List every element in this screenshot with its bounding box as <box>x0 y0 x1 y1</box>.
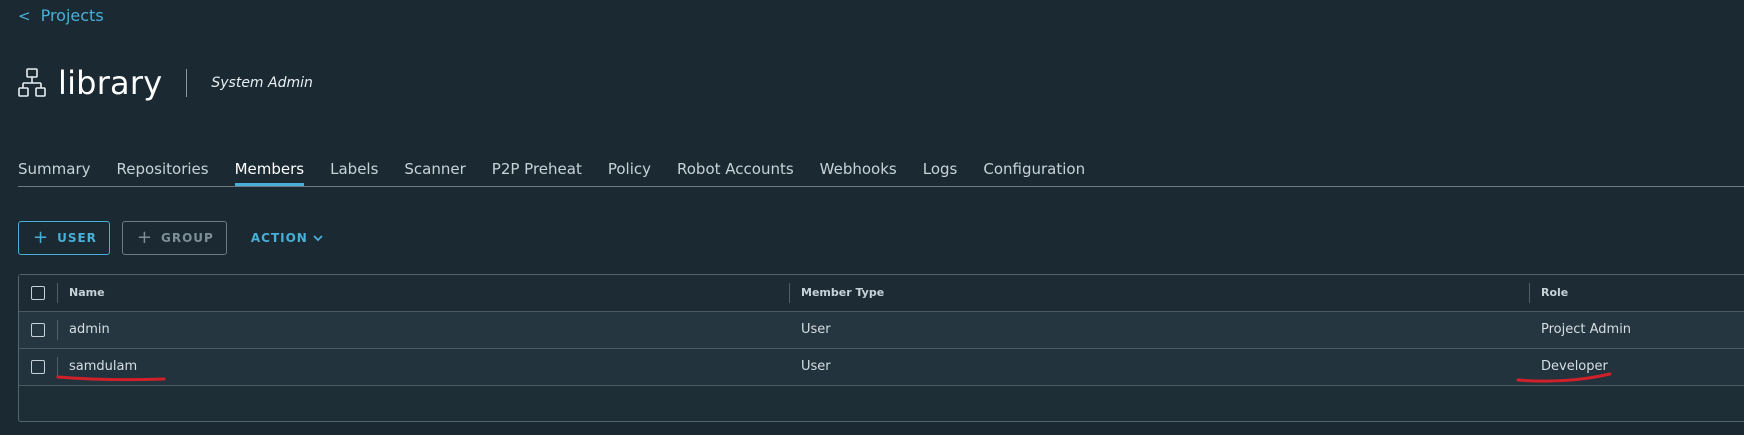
chevron-down-icon <box>313 235 323 242</box>
column-header-member-type[interactable]: Member Type <box>801 275 884 311</box>
breadcrumb-label: Projects <box>40 6 104 25</box>
add-user-label: USER <box>57 231 97 245</box>
chevron-left-icon: < <box>18 6 31 25</box>
select-all-checkbox[interactable] <box>31 286 45 300</box>
tab-summary[interactable]: Summary <box>18 156 91 186</box>
tab-scanner[interactable]: Scanner <box>404 156 465 186</box>
tab-configuration[interactable]: Configuration <box>983 156 1085 186</box>
tab-members[interactable]: Members <box>234 156 305 186</box>
member-role: Developer <box>1541 359 1608 374</box>
tab-robot-accounts[interactable]: Robot Accounts <box>677 156 794 186</box>
column-header-name[interactable]: Name <box>69 275 105 311</box>
tab-repositories[interactable]: Repositories <box>117 156 209 186</box>
table-header-row: Name Member Type Role <box>19 275 1744 312</box>
column-separator[interactable] <box>789 283 790 303</box>
tab-p2p-preheat[interactable]: P2P Preheat <box>492 156 582 186</box>
tab-policy[interactable]: Policy <box>608 156 651 186</box>
add-group-label: GROUP <box>161 231 214 245</box>
column-separator <box>57 357 58 377</box>
member-name: admin <box>69 322 110 337</box>
page-title: library <box>58 64 163 102</box>
member-type: User <box>801 359 831 374</box>
page-header: library System Admin <box>18 62 313 104</box>
tab-logs[interactable]: Logs <box>923 156 958 186</box>
column-separator[interactable] <box>1529 283 1530 303</box>
members-toolbar: + USER + GROUP ACTION <box>18 221 324 255</box>
user-role-label: System Admin <box>211 75 313 91</box>
action-label: ACTION <box>250 231 308 245</box>
tab-labels[interactable]: Labels <box>330 156 378 186</box>
plus-icon: + <box>33 227 50 248</box>
row-checkbox[interactable] <box>31 323 45 337</box>
project-icon <box>18 68 46 97</box>
breadcrumb-projects-link[interactable]: < Projects <box>18 6 104 25</box>
plus-icon: + <box>136 227 154 248</box>
table-row[interactable]: samdulam User Developer <box>19 349 1744 386</box>
column-header-role[interactable]: Role <box>1541 275 1568 311</box>
add-user-button[interactable]: + USER <box>18 221 110 255</box>
members-datagrid: Name Member Type Role admin User Project… <box>18 274 1744 422</box>
column-separator <box>57 320 58 340</box>
header-divider <box>186 69 188 97</box>
member-type: User <box>801 322 831 337</box>
row-checkbox[interactable] <box>31 360 45 374</box>
column-separator[interactable] <box>57 283 58 303</box>
tab-webhooks[interactable]: Webhooks <box>820 156 897 186</box>
action-dropdown[interactable]: ACTION <box>251 231 324 245</box>
table-row[interactable]: admin User Project Admin <box>19 312 1744 349</box>
member-role: Project Admin <box>1541 322 1632 337</box>
add-group-button[interactable]: + GROUP <box>121 221 227 255</box>
member-name: samdulam <box>69 359 138 374</box>
project-tabs: Summary Repositories Members Labels Scan… <box>18 156 1744 187</box>
